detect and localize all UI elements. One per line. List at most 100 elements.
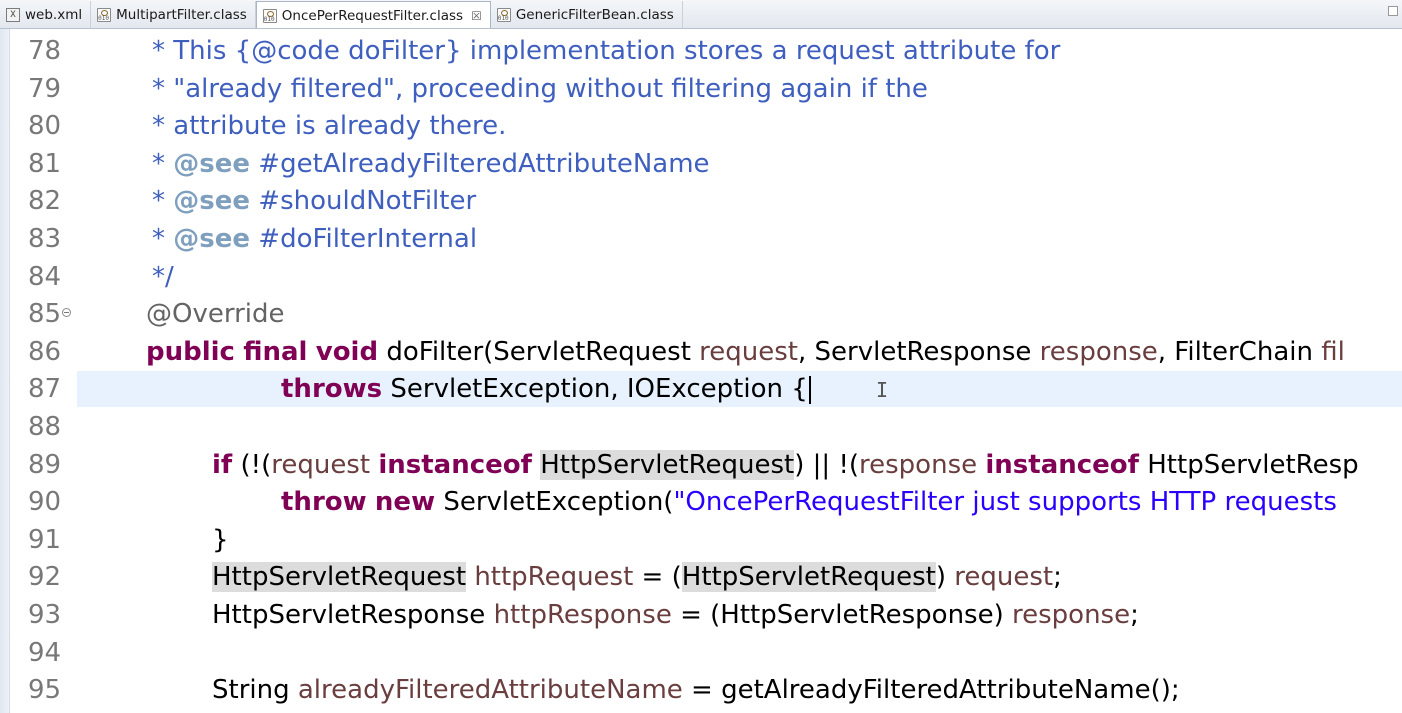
- code-text: * @see #shouldNotFilter: [152, 182, 476, 220]
- code-token: #getAlreadyFilteredAttributeName: [250, 148, 710, 179]
- code-token: #doFilterInternal: [250, 224, 478, 254]
- code-token: @see: [173, 148, 251, 179]
- line-number: 78: [28, 36, 62, 66]
- code-text: * attribute is already there.: [152, 107, 506, 145]
- code-editor[interactable]: 78 * This {@code doFilter} implementation…: [0, 29, 1402, 713]
- line-number: 87: [28, 374, 62, 405]
- tab-label: MultipartFilter.class: [116, 6, 247, 23]
- code-token: * This {@code doFilter} implementation s…: [152, 36, 1061, 66]
- code-token: final: [243, 336, 308, 367]
- code-token: alreadyFilteredAttributeName: [297, 675, 683, 706]
- code-line: 82 * @see #shouldNotFilter: [0, 182, 1402, 220]
- code-line: 80 * attribute is already there.: [0, 107, 1402, 145]
- code-text: throw new ServletException("OncePerReque…: [281, 483, 1337, 521]
- code-token: "OncePerRequestFilter just supports HTTP…: [673, 487, 1337, 518]
- occurrence-highlight: HttpServletRequest: [681, 562, 936, 593]
- editor-tab-bar: X web.xml MultipartFilter.class OncePerR…: [0, 0, 1402, 29]
- code-token: new: [374, 487, 436, 518]
- code-line: 93 HttpServletResponse httpResponse = (Ht…: [0, 596, 1402, 634]
- code-token: (!(: [232, 449, 272, 480]
- tab-web-xml[interactable]: X web.xml: [0, 1, 92, 28]
- line-number: 92: [28, 562, 62, 593]
- code-token: ) || !(: [794, 449, 860, 480]
- code-text: @Override: [146, 295, 285, 333]
- code-token: response: [859, 449, 978, 480]
- tab-label: web.xml: [25, 6, 83, 23]
- class-file-icon: [262, 8, 277, 23]
- code-token: @see: [173, 224, 251, 254]
- code-token: @Override: [146, 299, 285, 330]
- tab-multipartfilter-class[interactable]: MultipartFilter.class: [91, 1, 256, 28]
- line-number: 93: [28, 600, 62, 630]
- code-token: * attribute is already there.: [152, 111, 507, 142]
- code-token: @see: [173, 186, 251, 217]
- line-number: 91: [28, 524, 62, 555]
- code-line: 86 public final void doFilter(ServletRequ…: [0, 333, 1402, 371]
- code-line: 79 * "already filtered", proceeding witho…: [0, 70, 1402, 108]
- code-token: public: [146, 336, 235, 367]
- code-line: 90 throw new ServletException("OncePerReq…: [0, 483, 1402, 521]
- line-number: 94: [28, 637, 62, 668]
- code-token: throws: [281, 374, 383, 405]
- tab-oncepercrequestfilter-class[interactable]: OncePerRequestFilter.class ☒: [255, 1, 491, 28]
- line-number: 80: [28, 111, 62, 142]
- code-token: ;: [1130, 600, 1139, 630]
- tab-genericfilterbean-class[interactable]: GenericFilterBean.class: [491, 1, 683, 28]
- code-token: , ServletResponse: [798, 336, 1040, 367]
- text-caret: [809, 376, 811, 405]
- line-number: 86: [28, 336, 62, 367]
- code-line: 94: [0, 634, 1402, 672]
- code-text: if (!(request instanceof HttpServletRequ…: [212, 446, 1359, 484]
- code-text: throws ServletException, IOException {: [281, 370, 808, 408]
- code-token: HttpServletResp: [1138, 449, 1359, 480]
- occurrence-highlight: HttpServletRequest: [212, 562, 467, 593]
- code-token: ): [935, 562, 955, 593]
- line-number: 81: [28, 148, 62, 179]
- code-text: * @see #getAlreadyFilteredAttributeName: [152, 145, 710, 183]
- code-token: = (HttpServletResponse): [671, 600, 1012, 630]
- code-token: request: [954, 562, 1054, 593]
- code-token: if: [212, 449, 233, 480]
- code-line: 84 */: [0, 258, 1402, 296]
- code-token: = (: [633, 562, 682, 593]
- line-number: 79: [28, 73, 62, 104]
- code-token: instanceof: [378, 449, 532, 480]
- code-token: }: [212, 524, 229, 555]
- class-file-icon: [496, 7, 511, 22]
- code-line: 85 @Override: [0, 295, 1402, 333]
- code-token: */: [152, 261, 174, 292]
- code-token: httpResponse: [493, 600, 672, 630]
- restore-editor-icon[interactable]: [1388, 6, 1398, 16]
- code-token: String: [212, 675, 298, 706]
- code-text: HttpServletRequest httpRequest = (HttpSe…: [212, 558, 1062, 596]
- code-token: ;: [1053, 562, 1062, 593]
- code-token: request: [271, 449, 371, 480]
- code-token: response: [1039, 336, 1158, 367]
- code-line: 88: [0, 408, 1402, 446]
- code-token: * "already filtered", proceeding without…: [152, 73, 928, 104]
- tab-label: OncePerRequestFilter.class: [281, 7, 464, 24]
- code-line: 89 if (!(request instanceof HttpServletRe…: [0, 446, 1402, 484]
- code-text: */: [152, 258, 174, 296]
- code-token: void: [315, 336, 379, 367]
- code-line: 81 * @see #getAlreadyFilteredAttributeNam…: [0, 145, 1402, 183]
- code-token: httpRequest: [474, 562, 634, 593]
- code-line: 91}: [0, 521, 1402, 559]
- code-text: }: [212, 521, 229, 559]
- code-token: throw: [281, 487, 367, 518]
- code-token: doFilter(ServletRequest: [378, 336, 700, 367]
- code-token: HttpServletResponse: [212, 600, 494, 630]
- line-number: 82: [28, 186, 62, 217]
- code-token: *: [152, 186, 174, 217]
- code-token: ServletException, IOException {: [382, 374, 808, 405]
- line-number: 83: [28, 224, 62, 254]
- class-file-icon: [97, 7, 112, 22]
- code-token: *: [152, 148, 174, 179]
- close-tab-icon[interactable]: ☒: [471, 9, 482, 23]
- line-number: 89: [28, 449, 62, 480]
- fold-toggle-icon[interactable]: [62, 308, 71, 318]
